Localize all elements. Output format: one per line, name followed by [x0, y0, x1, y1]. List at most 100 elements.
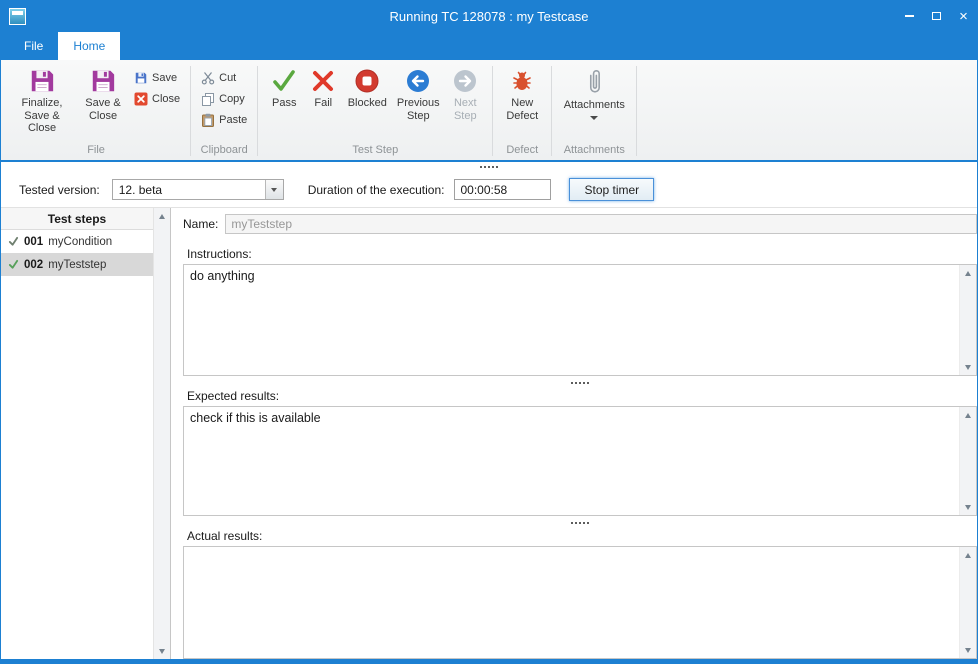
scrollbar-track[interactable] [960, 563, 976, 642]
group-separator [636, 66, 637, 156]
titlebar[interactable]: Running TC 128078 : my Testcase × [1, 0, 977, 32]
instructions-box: do anything [183, 264, 977, 376]
actual-scrollbar[interactable] [959, 547, 976, 658]
instructions-label: Instructions: [187, 247, 977, 261]
tested-version-value: 12. beta [113, 183, 265, 197]
group-separator [492, 66, 493, 156]
chevron-down-icon [590, 116, 598, 120]
expected-results-label: Expected results: [187, 389, 977, 403]
copy-icon [201, 92, 215, 106]
blocked-button[interactable]: Blocked [342, 64, 392, 112]
expected-results-box: check if this is available [183, 406, 977, 516]
splitter-dots-icon [571, 382, 573, 384]
scroll-up-button[interactable] [960, 547, 976, 563]
scroll-down-button[interactable] [154, 643, 170, 659]
combo-dropdown-button[interactable] [265, 180, 283, 199]
save-floppy-icon [90, 68, 116, 94]
fail-button[interactable]: Fail [304, 64, 342, 112]
triangle-up-icon [965, 413, 971, 418]
check-icon [8, 259, 19, 270]
ribbon-group-attachments: Attachments Attachments [553, 62, 635, 160]
group-label-defect: Defect [494, 143, 550, 160]
new-defect-button[interactable]: New Defect [499, 64, 545, 124]
tab-file[interactable]: File [9, 32, 58, 60]
copy-button[interactable]: Copy [197, 88, 249, 109]
tested-version-select[interactable]: 12. beta [112, 179, 284, 200]
check-icon [271, 68, 297, 94]
scroll-down-button[interactable] [960, 499, 976, 515]
scroll-down-button[interactable] [960, 359, 976, 375]
step-number: 002 [24, 259, 43, 271]
triangle-up-icon [965, 553, 971, 558]
previous-step-button[interactable]: Previous Step [392, 64, 444, 124]
bug-icon [509, 68, 535, 94]
actual-results-field[interactable] [184, 547, 959, 658]
scroll-down-button[interactable] [960, 642, 976, 658]
duration-field[interactable]: 00:00:58 [454, 179, 551, 200]
instructions-scrollbar[interactable] [959, 265, 976, 375]
ribbon-group-test-step: Pass Fail Blocked [259, 62, 491, 160]
instructions-field[interactable]: do anything [184, 265, 959, 375]
scrollbar-track[interactable] [960, 281, 976, 359]
scroll-up-button[interactable] [154, 208, 170, 224]
triangle-down-icon [965, 365, 971, 370]
finalize-save-close-button[interactable]: Finalize, Save & Close [8, 64, 76, 137]
next-step-button[interactable]: Next Step [444, 64, 486, 124]
name-field[interactable]: myTeststep [225, 214, 977, 234]
scissors-icon [201, 71, 215, 85]
expected-scrollbar[interactable] [959, 407, 976, 515]
splitter-dots-icon [571, 522, 573, 524]
scroll-up-button[interactable] [960, 265, 976, 281]
tested-version-label: Tested version: [19, 183, 100, 197]
stop-timer-button[interactable]: Stop timer [569, 178, 654, 201]
cut-button[interactable]: Cut [197, 67, 240, 88]
group-label-test-step: Test Step [259, 143, 491, 160]
save-floppy-icon [29, 68, 55, 94]
attachments-button[interactable]: Attachments [558, 64, 630, 122]
arrow-left-circle-icon [405, 68, 431, 94]
group-label-clipboard: Clipboard [192, 143, 256, 160]
scrollbar-track[interactable] [960, 423, 976, 499]
triangle-up-icon [159, 214, 165, 219]
test-step-item-selected[interactable]: 002 myTeststep [1, 253, 153, 276]
test-step-item[interactable]: 001 myCondition [1, 230, 153, 253]
ribbon-tabrow: File Home [1, 32, 977, 60]
group-separator [257, 66, 258, 156]
triangle-down-icon [159, 649, 165, 654]
actual-results-box [183, 546, 977, 659]
triangle-up-icon [965, 271, 971, 276]
group-separator [551, 66, 552, 156]
paste-clipboard-icon [201, 113, 215, 127]
splitter-dots-icon [480, 166, 482, 168]
group-label-file: File [3, 143, 189, 160]
scroll-up-button[interactable] [960, 407, 976, 423]
steps-scrollbar[interactable] [153, 208, 170, 659]
ribbon-group-file: Finalize, Save & Close Save & Close Save [3, 62, 189, 160]
group-label-attachments: Attachments [553, 143, 635, 160]
save-floppy-icon [134, 71, 148, 85]
execution-toolbar: Tested version: 12. beta Duration of the… [1, 162, 977, 208]
triangle-down-icon [965, 505, 971, 510]
step-name: myTeststep [48, 259, 106, 271]
arrow-right-circle-icon [452, 68, 478, 94]
actual-results-label: Actual results: [187, 529, 977, 543]
splitter-handle[interactable] [183, 516, 977, 529]
main-content: Test steps 001 myCondition 002 myTestste… [1, 208, 977, 659]
expected-results-field[interactable]: check if this is available [184, 407, 959, 515]
test-steps-header: Test steps [1, 208, 153, 230]
splitter-handle[interactable] [1, 162, 977, 172]
splitter-handle[interactable] [183, 376, 977, 389]
tab-home[interactable]: Home [58, 32, 120, 60]
save-and-close-button[interactable]: Save & Close [76, 64, 130, 124]
close-task-button[interactable]: Close [130, 88, 184, 109]
ribbon-group-clipboard: Cut Copy Paste Cl [192, 62, 256, 160]
close-x-icon [134, 92, 148, 106]
ribbon-group-defect: New Defect Defect [494, 62, 550, 160]
ribbon: Finalize, Save & Close Save & Close Save [1, 60, 977, 160]
save-button[interactable]: Save [130, 67, 181, 88]
chevron-down-icon [271, 188, 277, 192]
step-number: 001 [24, 236, 43, 248]
pass-button[interactable]: Pass [264, 64, 304, 112]
scrollbar-track[interactable] [154, 224, 170, 643]
paste-button[interactable]: Paste [197, 109, 251, 130]
